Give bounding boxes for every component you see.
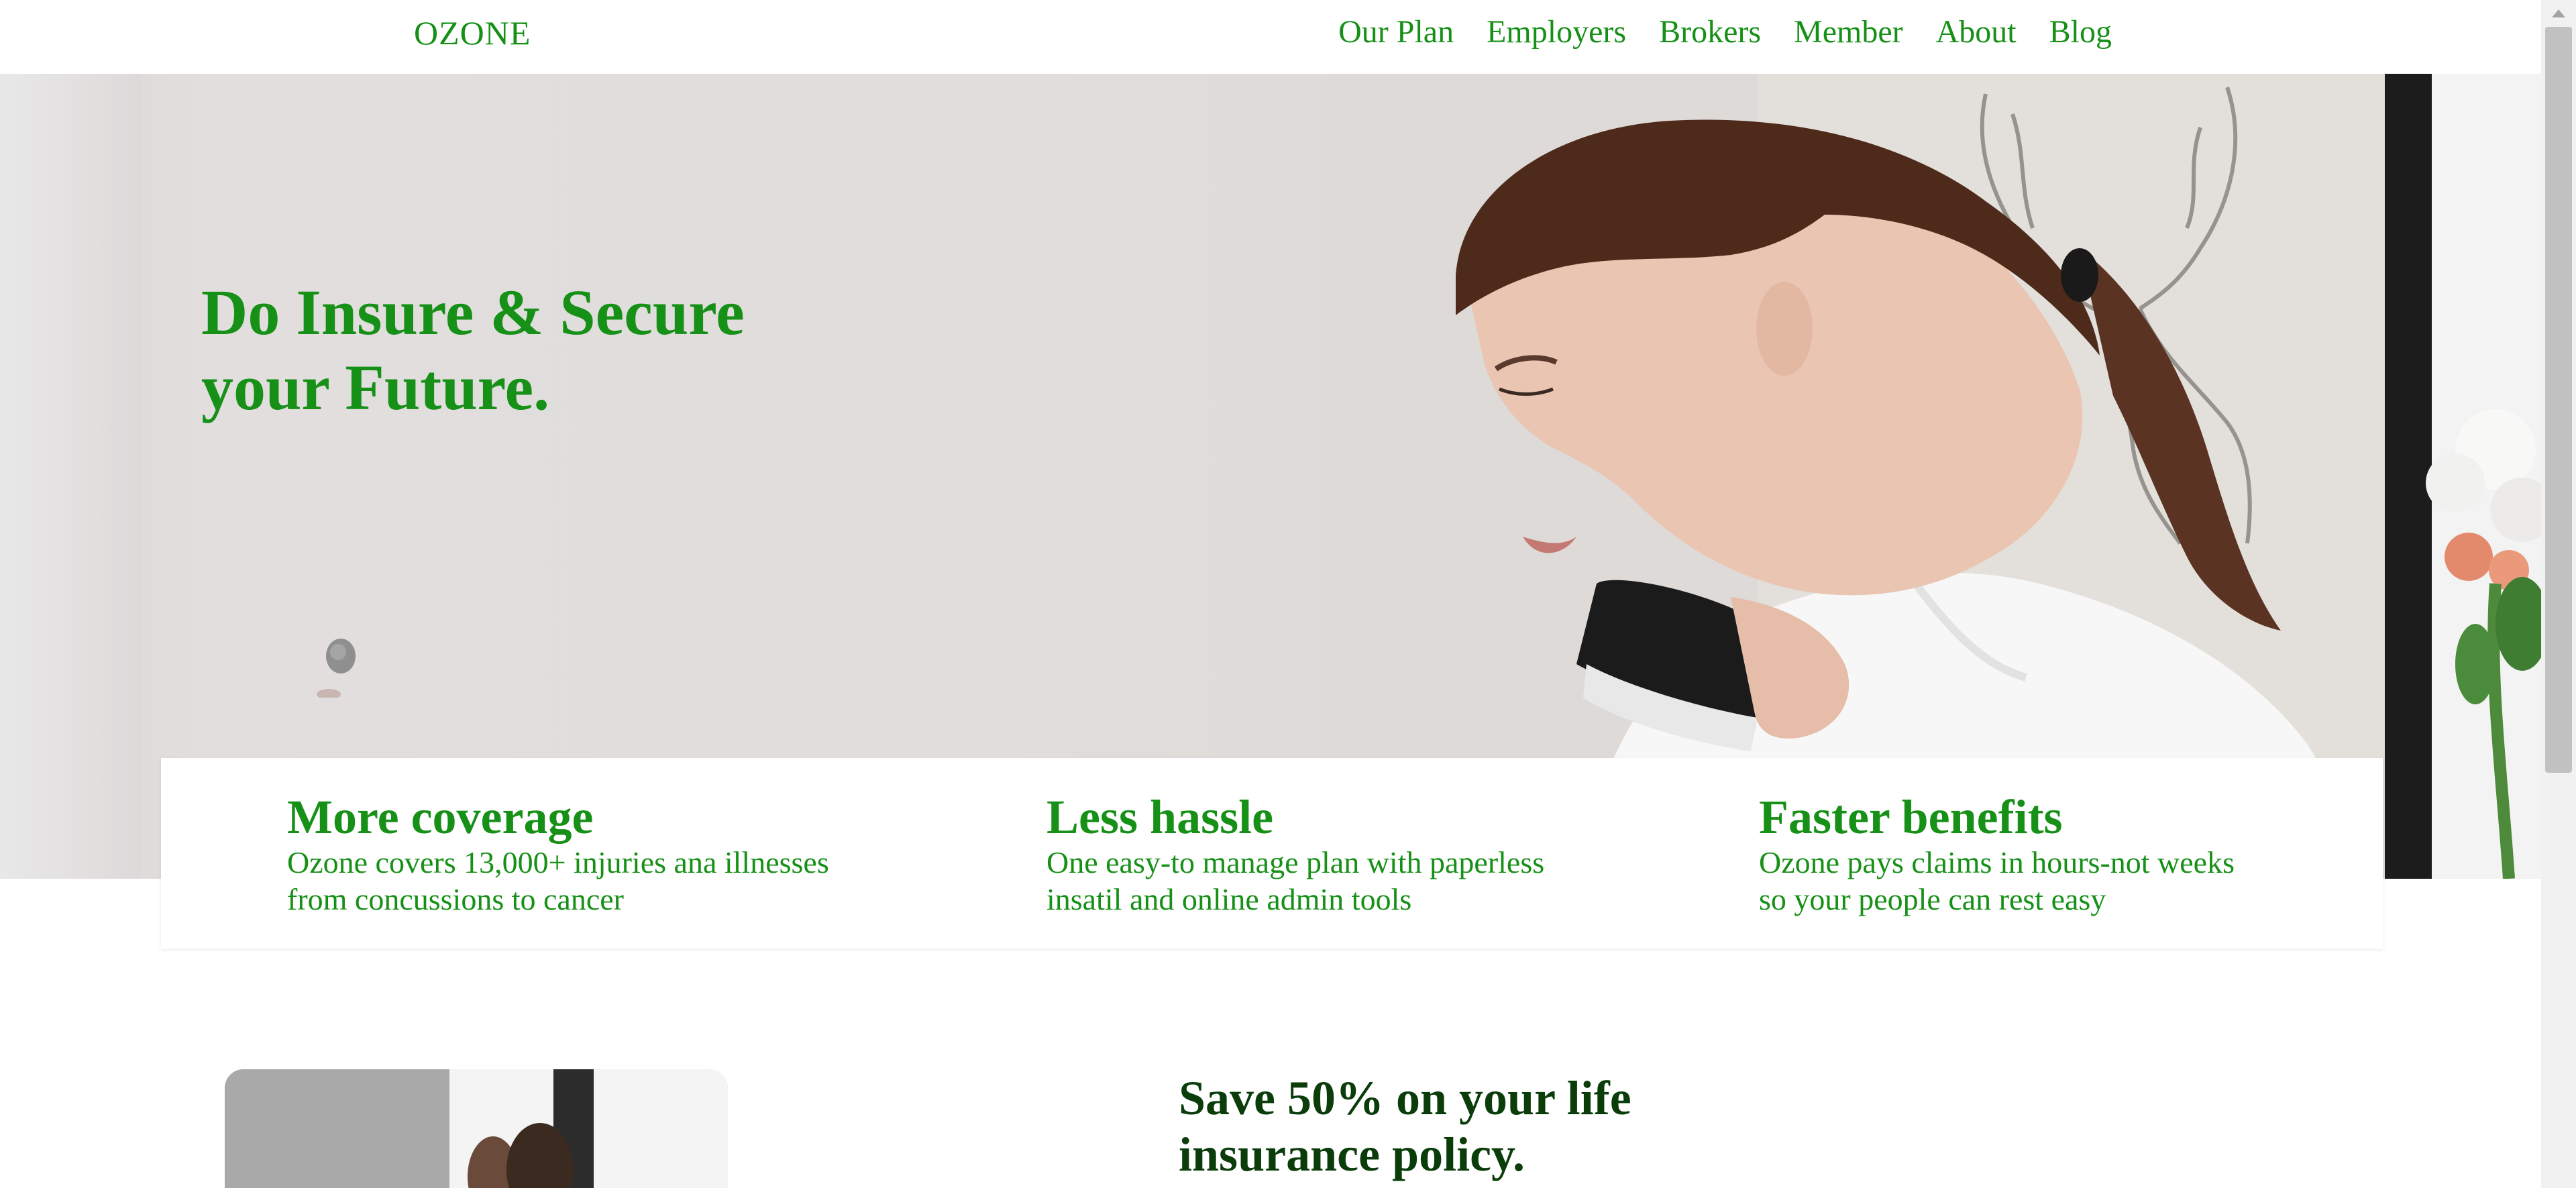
- nav-about[interactable]: About: [1936, 13, 2017, 50]
- scrollbar-thumb[interactable]: [2545, 27, 2572, 773]
- logo-link[interactable]: OZONE: [414, 13, 531, 52]
- nav-member[interactable]: Member: [1794, 13, 1903, 50]
- scroll-up-arrow-icon[interactable]: [2552, 9, 2565, 17]
- promo-title: Save 50% on your life insurance policy.: [1179, 1071, 1631, 1181]
- feature-less-hassle: Less hassle One easy-to manage plan with…: [1046, 790, 1623, 918]
- page: OZONE Our Plan Employers Brokers Member …: [0, 0, 2576, 1188]
- decor-vase-image: [317, 639, 356, 698]
- main-nav: Our Plan Employers Brokers Member About …: [1338, 13, 2112, 50]
- page-scrollbar[interactable]: [2541, 0, 2576, 1188]
- feature-title: Faster benefits: [1759, 790, 2063, 844]
- feature-description: Ozone covers 13,000+ injuries ana illnes…: [287, 845, 829, 916]
- hero-wall-shade: [0, 74, 141, 879]
- nav-brokers[interactable]: Brokers: [1659, 13, 1761, 50]
- feature-more-coverage: More coverage Ozone covers 13,000+ injur…: [287, 790, 891, 918]
- features-card: More coverage Ozone covers 13,000+ injur…: [161, 758, 2383, 949]
- promo-people-image: [225, 1069, 728, 1188]
- nav-employers[interactable]: Employers: [1487, 13, 1626, 50]
- hero-title: Do Insure & Secure your Future.: [201, 276, 745, 423]
- promo-photo: [225, 1069, 728, 1188]
- site-header: OZONE Our Plan Employers Brokers Member …: [0, 0, 2541, 74]
- feature-title: Less hassle: [1046, 790, 1274, 844]
- feature-title: More coverage: [287, 790, 594, 844]
- feature-description: Ozone pays claims in hours-not weeks so y…: [1759, 845, 2235, 916]
- feature-faster-benefits: Faster benefits Ozone pays claims in hou…: [1759, 790, 2336, 918]
- nav-our-plan[interactable]: Our Plan: [1338, 13, 1454, 50]
- feature-description: One easy-to manage plan with paperless in…: [1046, 845, 1545, 916]
- nav-blog[interactable]: Blog: [2049, 13, 2112, 50]
